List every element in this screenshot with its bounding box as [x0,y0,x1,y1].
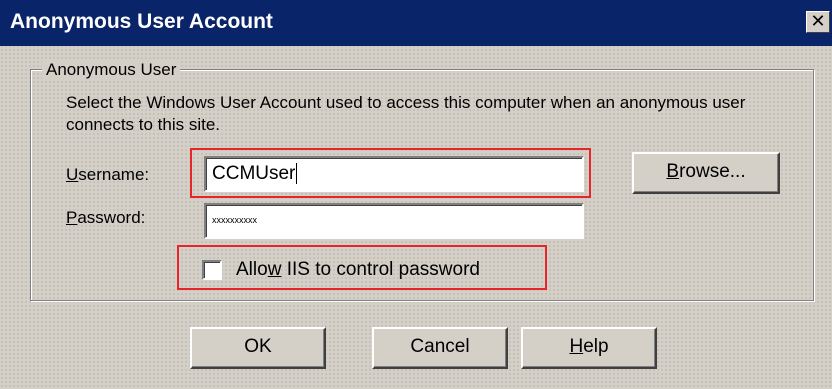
close-icon: ✕ [810,11,826,31]
description-text: Select the Windows User Account used to … [66,93,746,134]
window-title: Anonymous User Account [10,10,273,33]
title-bar: Anonymous User Account ✕ [0,0,832,46]
text-caret [296,163,298,185]
groupbox-title: Anonymous User [42,60,181,80]
password-input[interactable]: xxxxxxxxxx [204,203,584,239]
cancel-button[interactable]: Cancel [372,327,508,369]
ok-button[interactable]: OK [190,327,326,369]
username-label: Username: [66,165,150,184]
close-button[interactable]: ✕ [806,11,830,33]
allow-iis-control-password-label[interactable]: Allow IIS to control password [236,259,480,281]
username-input[interactable]: CCMUser [204,156,584,192]
browse-button[interactable]: Browse... [632,152,780,194]
allow-iis-control-password-checkbox[interactable] [202,260,222,280]
anonymous-user-dialog: Anonymous User Account ✕ Anonymous User … [0,0,832,389]
help-button[interactable]: Help [521,327,657,369]
password-label: Password: [66,208,146,227]
